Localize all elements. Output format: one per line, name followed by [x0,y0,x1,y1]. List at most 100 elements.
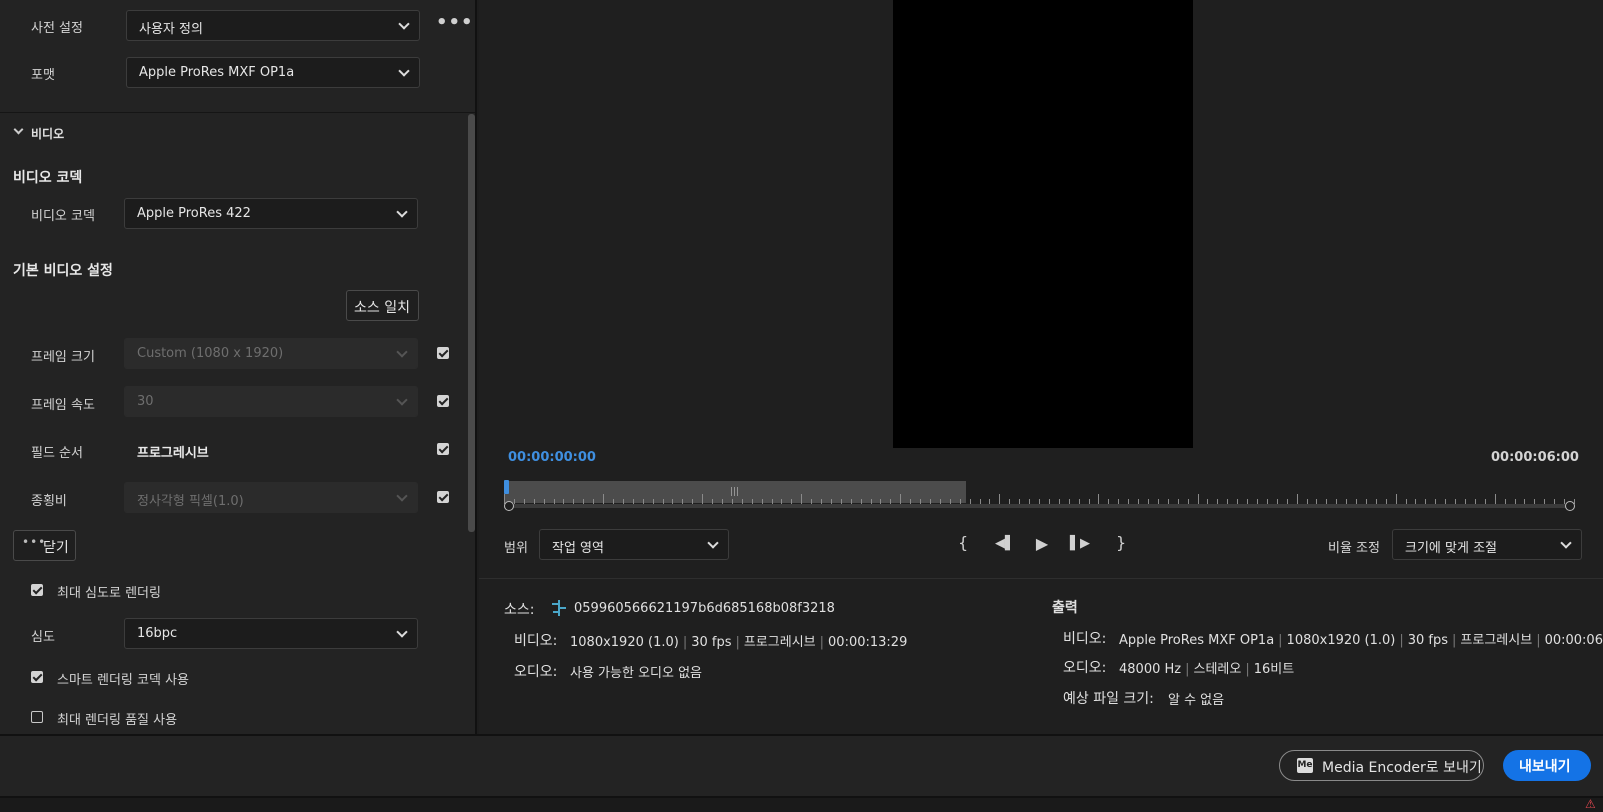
export-button[interactable]: 내보내기 [1503,750,1591,781]
play-icon[interactable]: ▶ [1033,534,1051,553]
codec-label: 비디오 코덱 [31,209,95,224]
warning-icon[interactable]: ⚠ [1585,798,1596,810]
frame-size-dropdown[interactable]: Custom (1080 x 1920) [124,338,418,369]
timeline-tick [1494,494,1496,504]
aspect-value: 정사각형 픽셀(1.0) [137,494,244,509]
chevron-down-icon [1560,537,1572,549]
media-encoder-icon: Me [1297,758,1313,773]
preview-area: 00:00:00:00 00:00:06:00 ||| 범위 작업 영역 { ◀… [479,0,1603,578]
timeline-tick [900,494,902,504]
render-max-depth-checkbox[interactable] [31,584,43,596]
timecode-current[interactable]: 00:00:00:00 [508,450,596,465]
codec-dropdown[interactable]: Apple ProRes 422 [124,198,418,229]
summary-panel: 소스: 059960566621197b6d685168b08f3218 비디오… [479,578,1603,734]
chevron-down-icon [396,490,408,502]
step-back-icon[interactable]: ◀▌ [993,536,1017,551]
codec-value: Apple ProRes 422 [137,206,251,221]
timeline-rail[interactable] [504,504,1574,508]
mark-out-icon[interactable]: } [1116,533,1126,552]
output-sample-rate: 48000 Hz [1119,662,1182,677]
video-section-label: 비디오 [31,127,65,141]
match-source-button[interactable]: 소스 일치 [346,290,419,321]
output-format: Apple ProRes MXF OP1a [1119,633,1275,648]
smart-render-checkbox[interactable] [31,671,43,683]
mark-in-icon[interactable]: { [958,533,968,552]
settings-scrollbar[interactable] [468,114,475,532]
aspect-dropdown[interactable]: 정사각형 픽셀(1.0) [124,482,418,513]
source-video-label: 비디오: [514,633,558,649]
video-section-toggle[interactable]: 비디오 [13,124,163,142]
output-fps: 30 fps [1407,633,1449,648]
divider [0,112,475,113]
depth-value: 16bpc [137,626,178,641]
filesize-label: 예상 파일 크기: [1063,691,1154,707]
depth-dropdown[interactable]: 16bpc [124,618,418,649]
source-resolution: 1080x1920 (1.0) [570,635,679,650]
work-area-grip-icon[interactable]: ||| [730,487,739,497]
source-video-info: 1080x1920 (1.0) | 30 fps | 프로그레시브 | 00:00:13:2… [570,635,908,650]
export-settings-panel: 사전 설정 사용자 정의 ••• 포맷 Apple ProRes MXF OP1… [0,0,477,734]
close-label: 닫기 [43,540,69,556]
aspect-override-checkbox[interactable] [437,491,449,503]
sequence-icon [551,600,567,616]
step-forward-icon[interactable]: ▌▶ [1068,536,1092,551]
range-value: 작업 영역 [552,541,604,556]
export-label: 내보내기 [1519,759,1571,775]
field-order-label: 필드 순서 [31,446,83,461]
out-point-handle[interactable] [1565,501,1575,511]
preset-label: 사전 설정 [31,21,83,36]
video-preview-frame [893,0,1193,448]
output-duration: 00:00:06:00 [1544,633,1603,648]
frame-rate-dropdown[interactable]: 30 [124,386,418,417]
chevron-down-icon [396,394,408,406]
max-quality-label: 최대 렌더링 품질 사용 [57,713,178,728]
timecode-duration: 00:00:06:00 [1491,450,1579,465]
basic-video-title: 기본 비디오 설정 [13,263,113,279]
chevron-down-icon [398,65,410,77]
timeline-tick [1296,494,1298,504]
frame-rate-override-checkbox[interactable] [437,395,449,407]
output-video-label: 비디오: [1063,631,1107,647]
scale-dropdown[interactable]: 크기에 맞게 조절 [1392,529,1582,560]
aspect-label: 종횡비 [31,494,67,509]
more-horizontal-icon[interactable]: ••• [436,12,474,33]
send-to-media-encoder-button[interactable]: Me Media Encoder로 보내기 [1279,750,1484,781]
timeline[interactable]: ||| [504,478,1575,518]
timeline-tick [801,494,803,504]
chevron-down-icon [396,206,408,218]
field-order-override-checkbox[interactable] [437,443,449,455]
chevron-down-icon [707,537,719,549]
max-quality-checkbox[interactable] [31,711,43,723]
format-label: 포맷 [31,68,55,83]
source-audio-label: 오디오: [514,664,558,680]
source-duration: 00:00:13:29 [828,635,908,650]
frame-size-override-checkbox[interactable] [437,347,449,359]
range-label: 범위 [504,541,528,556]
source-name: 059960566621197b6d685168b08f3218 [574,601,835,616]
output-video-info: Apple ProRes MXF OP1a | 1080x1920 (1.0) | 30… [1119,629,1603,648]
timeline-tick [1395,494,1397,504]
format-value: Apple ProRes MXF OP1a [139,65,295,80]
timeline-ticks [504,492,1575,504]
in-point-handle[interactable] [504,501,514,511]
render-max-depth-label: 최대 심도로 렌더링 [57,586,161,601]
frame-size-value: Custom (1080 x 1920) [137,346,284,361]
frame-size-label: 프레임 크기 [31,350,95,365]
chevron-down-icon [396,626,408,638]
filesize-value: 알 수 없음 [1168,693,1225,708]
format-dropdown[interactable]: Apple ProRes MXF OP1a [126,57,420,88]
playhead[interactable] [504,480,509,494]
preset-dropdown[interactable]: 사용자 정의 [126,10,420,41]
scale-value: 크기에 맞게 조절 [1405,541,1497,556]
chevron-down-icon [398,18,410,30]
source-audio-info: 사용 가능한 오디오 없음 [570,666,702,681]
frame-rate-label: 프레임 속도 [31,398,95,413]
codec-section-title: 비디오 코덱 [13,170,83,186]
close-more-button[interactable]: ••• 닫기 [13,530,76,561]
source-field-order: 프로그레시브 [743,635,816,650]
status-bar: ⚠ [0,796,1603,812]
frame-rate-value: 30 [137,394,154,409]
output-field-order: 프로그레시브 [1460,633,1533,648]
depth-label: 심도 [31,630,55,645]
range-dropdown[interactable]: 작업 영역 [539,529,729,560]
